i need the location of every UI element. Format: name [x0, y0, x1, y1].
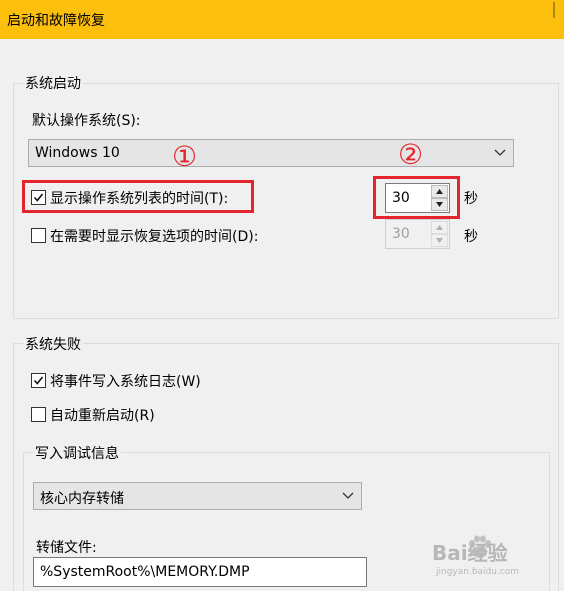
write-event-log-checkbox[interactable] [31, 373, 46, 388]
spin-down-button[interactable] [431, 198, 448, 211]
close-button-edge[interactable] [553, 2, 555, 18]
arrow-up-icon [436, 225, 443, 230]
title-bar: 启动和故障恢复 [0, 0, 564, 39]
dump-file-input[interactable]: %SystemRoot%\MEMORY.DMP [33, 557, 367, 587]
default-os-label: 默认操作系统(S): [32, 113, 141, 129]
show-os-list-time-spinner[interactable]: 30 [385, 183, 450, 213]
show-os-list-checkbox[interactable] [31, 190, 46, 205]
debug-info-group-label: 写入调试信息 [33, 443, 121, 463]
dump-type-dropdown[interactable]: 核心内存转储 [33, 482, 362, 510]
show-recovery-time-value[interactable]: 30 [392, 226, 410, 242]
show-recovery-unit: 秒 [464, 229, 478, 245]
dump-file-label: 转储文件: [36, 540, 97, 556]
arrow-down-icon [436, 202, 443, 207]
arrow-up-icon [436, 189, 443, 194]
show-os-list-unit: 秒 [464, 191, 478, 207]
system-failure-group-label: 系统失败 [23, 334, 83, 354]
auto-restart-label[interactable]: 自动重新启动(R) [50, 405, 155, 425]
checkmark-icon [33, 193, 44, 202]
baidu-jingyan-watermark: Bai经验 jingyan.baidu.com [432, 533, 544, 581]
watermark-text: Bai经验 [432, 541, 508, 565]
write-event-log-label[interactable]: 将事件写入系统日志(W) [50, 371, 201, 391]
annotation-marker-1: ① [172, 140, 198, 173]
spin-up-button[interactable] [431, 221, 448, 234]
show-os-list-label[interactable]: 显示操作系统列表的时间(T): [50, 188, 228, 208]
chevron-down-icon [342, 492, 354, 499]
show-recovery-time-spinner[interactable]: 30 [385, 219, 450, 249]
spin-up-button[interactable] [431, 185, 448, 198]
default-os-dropdown[interactable]: Windows 10 [28, 139, 514, 167]
show-recovery-label[interactable]: 在需要时显示恢复选项的时间(D): [50, 226, 258, 246]
dump-type-value: 核心内存转储 [40, 491, 124, 507]
checkmark-icon [33, 376, 44, 385]
arrow-down-icon [436, 238, 443, 243]
chevron-down-icon [494, 149, 506, 156]
spin-down-button[interactable] [431, 234, 448, 247]
show-os-list-time-value[interactable]: 30 [392, 190, 410, 206]
default-os-value: Windows 10 [35, 145, 120, 161]
watermark-subtext: jingyan.baidu.com [436, 567, 520, 577]
dump-file-value[interactable]: %SystemRoot%\MEMORY.DMP [40, 564, 250, 580]
annotation-marker-2: ② [398, 138, 424, 171]
system-startup-group-label: 系统启动 [23, 73, 83, 93]
show-recovery-checkbox[interactable] [31, 228, 46, 243]
window-title: 启动和故障恢复 [7, 13, 105, 29]
auto-restart-checkbox[interactable] [31, 407, 46, 422]
